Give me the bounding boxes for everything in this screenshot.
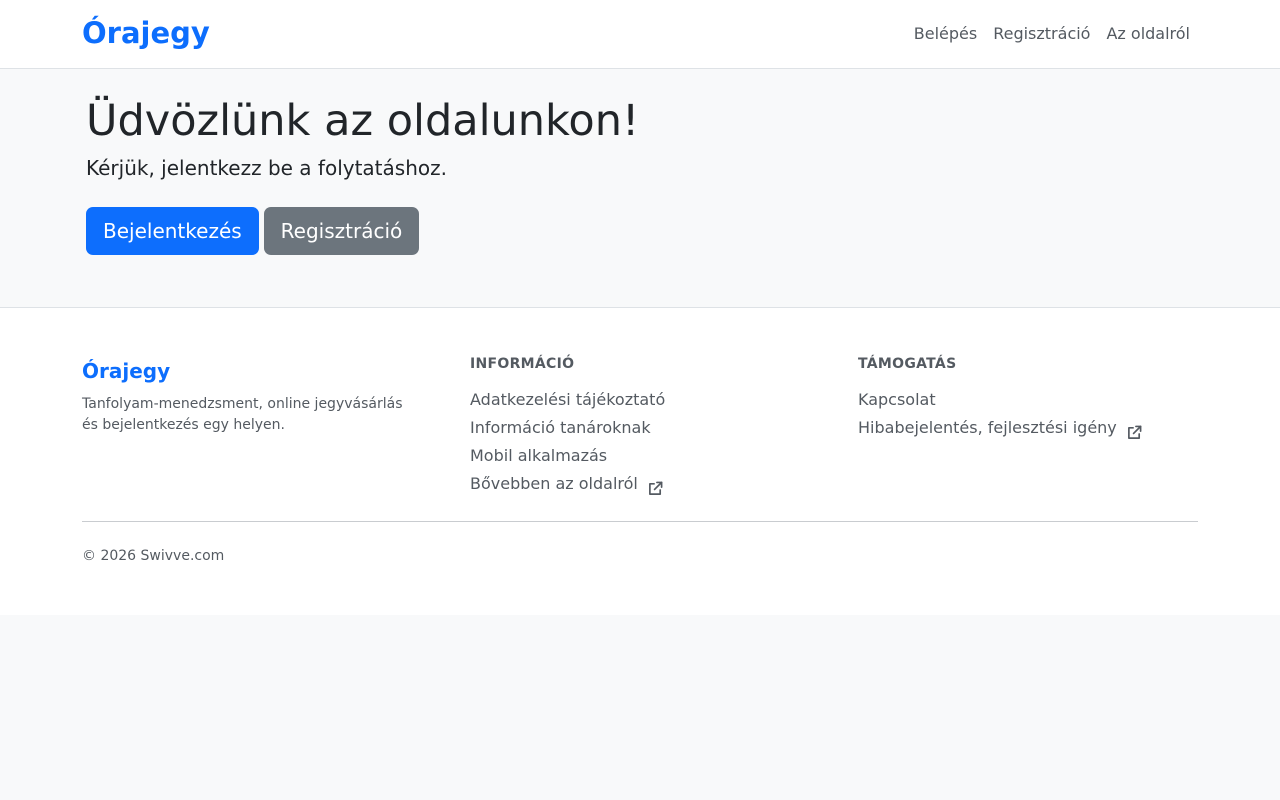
navbar: Órajegy Belépés Regisztráció Az oldalról xyxy=(0,0,1280,69)
footer-link-mobile-app[interactable]: Mobil alkalmazás xyxy=(470,442,665,470)
footer-info-links: Adatkezelési tájékoztató Információ taná… xyxy=(470,386,665,498)
footer-link-teachers[interactable]: Információ tanároknak xyxy=(470,414,665,442)
page-title: Üdvözlünk az oldalunkon! xyxy=(86,96,640,146)
footer-link-label: Mobil alkalmazás xyxy=(470,446,608,465)
brand-logo-link[interactable]: Órajegy xyxy=(82,13,210,53)
footer-link-more-about[interactable]: Bővebben az oldalról xyxy=(470,470,665,498)
footer-link-label: Adatkezelési tájékoztató xyxy=(470,390,666,409)
login-button[interactable]: Bejelentkezés xyxy=(86,207,259,255)
copyright-text: © 2026 Swivve.com xyxy=(82,548,225,564)
footer-link-label: Bővebben az oldalról xyxy=(470,474,638,493)
nav-link-register[interactable]: Regisztráció xyxy=(985,22,1098,46)
footer-description: Tanfolyam-menedzsment, online jegyvásárl… xyxy=(82,396,403,433)
footer: Órajegy Tanfolyam-menedzsment, online je… xyxy=(0,308,1280,615)
footer-link-privacy[interactable]: Adatkezelési tájékoztató xyxy=(470,386,665,414)
footer-link-label: Információ tanároknak xyxy=(470,418,651,437)
external-link-icon xyxy=(1127,421,1142,439)
external-link-icon xyxy=(648,477,663,495)
footer-link-bug-report[interactable]: Hibabejelentés, fejlesztési igény xyxy=(858,414,1142,442)
hero-lead-text: Kérjük, jelentkezz be a folytatáshoz. xyxy=(86,156,447,180)
register-button[interactable]: Regisztráció xyxy=(263,207,420,255)
nav-link-about[interactable]: Az oldalról xyxy=(1098,22,1198,46)
footer-link-contact[interactable]: Kapcsolat xyxy=(858,386,1142,414)
nav-link-login[interactable]: Belépés xyxy=(906,22,985,46)
footer-brand: Órajegy xyxy=(82,359,171,383)
footer-heading-info: INFORMÁCIÓ xyxy=(470,356,575,372)
footer-divider xyxy=(82,521,1198,522)
footer-link-label: Kapcsolat xyxy=(858,390,936,409)
hero-section: Üdvözlünk az oldalunkon! Kérjük, jelentk… xyxy=(0,69,1280,308)
hero-buttons: Bejelentkezés Regisztráció xyxy=(86,207,420,255)
nav-links: Belépés Regisztráció Az oldalról xyxy=(906,22,1198,46)
footer-heading-support: TÁMOGATÁS xyxy=(858,356,957,372)
footer-link-label: Hibabejelentés, fejlesztési igény xyxy=(858,418,1117,437)
footer-support-links: Kapcsolat Hibabejelentés, fejlesztési ig… xyxy=(858,386,1142,442)
